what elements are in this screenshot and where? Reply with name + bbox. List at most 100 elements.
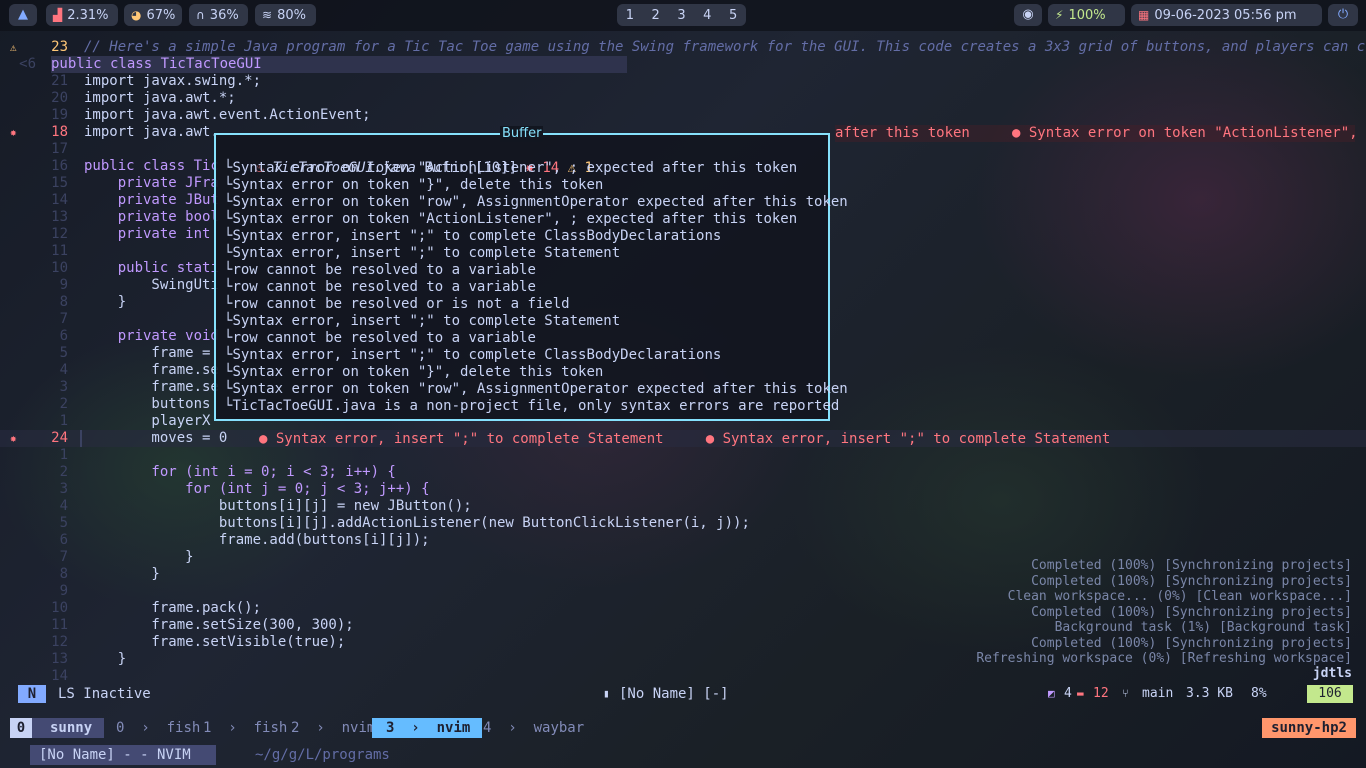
workspace-5[interactable]: 5 — [729, 8, 737, 23]
line-number: 19 — [51, 107, 68, 123]
editor-line[interactable]: 3 for (int j = 0; j < 3; j++) { — [0, 481, 1366, 498]
line-number: 10 — [51, 600, 68, 616]
power-button[interactable]: ⏻ — [1328, 4, 1358, 26]
code-text: public class Tic — [84, 158, 219, 174]
popup-item-text: Syntax error on token "ActionListener", … — [232, 160, 798, 176]
obs-button[interactable]: ◉ — [1014, 4, 1042, 26]
popup-item-text: row cannot be resolved to a variable — [232, 330, 536, 346]
popup-item[interactable]: └TicTacToeGUI.java is a non-project file… — [224, 398, 839, 415]
editor-line[interactable]: <6 public class TicTacToeGUI — [0, 56, 1366, 73]
line-number: 3 — [59, 379, 68, 395]
popup-item[interactable]: └Syntax error on token "row", Assignment… — [224, 381, 848, 398]
cpu-widget[interactable]: ▟ 2.31% — [46, 4, 118, 26]
popup-item[interactable]: └row cannot be resolved to a variable — [224, 330, 536, 347]
code-text: private bool — [84, 209, 219, 225]
popup-item[interactable]: └Syntax error, insert ";" to complete St… — [224, 313, 620, 330]
popup-item[interactable]: └Syntax error, insert ";" to complete Cl… — [224, 228, 721, 245]
line-number: 5 — [59, 345, 68, 361]
editor-line[interactable]: 21 import javax.swing.*; — [0, 73, 1366, 90]
line-number: 21 — [51, 73, 68, 89]
editor-line[interactable]: ⚠ 23// Here's a simple Java program for a… — [0, 39, 1366, 56]
popup-item-text: Syntax error on token "ActionListener", … — [232, 211, 798, 227]
working-directory: ~/g/g/L/programs — [255, 747, 390, 763]
code-text: frame.se — [84, 362, 219, 378]
popup-item[interactable]: └row cannot be resolved or is not a fiel… — [224, 296, 570, 313]
line-number: 1 — [59, 447, 68, 463]
popup-item[interactable]: └Syntax error on token "ActionListener",… — [224, 211, 797, 228]
tmux-window-tab[interactable]: 0 › fish — [116, 718, 200, 738]
popup-item[interactable]: └row cannot be resolved to a variable — [224, 262, 536, 279]
line-number: 7 — [59, 549, 68, 565]
code-text: playerX — [84, 413, 219, 429]
line-number: 15 — [51, 175, 68, 191]
audio-widget[interactable]: ∩ 36% — [189, 4, 248, 26]
calendar-icon: ▦ — [1138, 8, 1150, 22]
popup-item-text: Syntax error on token "row", AssignmentO… — [232, 194, 848, 210]
diagnostics-popup[interactable]: Buffer ♨ TicTacToeGUI.java Bufnr[[10]] ✸… — [214, 126, 848, 421]
separator-chevron-icon: › — [491, 720, 534, 736]
popup-item[interactable]: └Syntax error, insert ";" to complete St… — [224, 245, 620, 262]
folder-icon: ▮ — [603, 687, 610, 700]
workspace-3[interactable]: 3 — [677, 8, 685, 23]
clock-widget[interactable]: ▦ 09-06-2023 05:56 pm — [1131, 4, 1322, 26]
editor-line[interactable]: 20 import java.awt.*; — [0, 90, 1366, 107]
code-text: private JBut — [84, 192, 219, 208]
editor-line[interactable]: 14 — [0, 668, 1366, 685]
line-number: 4 — [59, 498, 68, 514]
git-removed-count: 12 — [1093, 686, 1109, 701]
git-branch: main — [1142, 686, 1174, 701]
tmux-window-tab[interactable]: 1 › fish — [203, 718, 287, 738]
editor-line[interactable]: 19 import java.awt.event.ActionEvent; — [0, 107, 1366, 124]
code-text: frame.setSize(300, 300); — [84, 617, 354, 633]
tmux-window-tab[interactable]: 4 › waybar — [483, 718, 584, 738]
code-text: import java.awt.event.ActionEvent; — [84, 107, 371, 123]
code-text: buttons — [84, 396, 219, 412]
code-text: } — [84, 566, 160, 582]
workspace-switcher: 1 2 3 4 5 — [617, 4, 746, 26]
line-number: 4 — [59, 362, 68, 378]
workspace-2[interactable]: 2 — [652, 8, 660, 23]
separator-chevron-icon: › — [299, 720, 342, 736]
line-number: <6 — [19, 56, 36, 72]
line-number: 10 — [51, 260, 68, 276]
code-text: } — [84, 651, 127, 667]
launcher-button[interactable]: ▲ — [9, 4, 37, 26]
code-text: moves = 0 — [84, 430, 228, 446]
line-number: 16 — [51, 158, 68, 174]
scroll-percent: 8% — [1251, 686, 1267, 701]
host-name: sunny-hp2 — [1262, 718, 1356, 738]
popup-item-text: Syntax error, insert ";" to complete Cla… — [232, 228, 722, 244]
tmux-window-tab[interactable]: 3 › nvim — [372, 718, 483, 738]
popup-item[interactable]: └Syntax error, insert ";" to complete Cl… — [224, 347, 721, 364]
code-text: import java.awt. — [84, 124, 219, 140]
editor-line[interactable]: 2 for (int i = 0; i < 3; i++) { — [0, 464, 1366, 481]
popup-item[interactable]: └Syntax error on token "}", delete this … — [224, 177, 603, 194]
memory-widget[interactable]: ◕ 67% — [124, 4, 182, 26]
editor-line[interactable]: 4 buttons[i][j] = new JButton(); — [0, 498, 1366, 515]
arch-icon: ▲ — [18, 7, 28, 22]
editor-line[interactable]: 1 — [0, 447, 1366, 464]
line-number: 11 — [51, 617, 68, 633]
popup-item[interactable]: └Syntax error on token "ActionListener",… — [224, 160, 797, 177]
tmux-window-tab[interactable]: 2 › nvim — [291, 718, 375, 738]
popup-item-text: row cannot be resolved or is not a field — [232, 296, 570, 312]
code-text: frame.add(buttons[i][j]); — [84, 532, 430, 548]
popup-item[interactable]: └Syntax error on token "}", delete this … — [224, 364, 603, 381]
workspace-4[interactable]: 4 — [703, 8, 711, 23]
popup-item-text: Syntax error, insert ";" to complete Sta… — [232, 313, 621, 329]
editor-line[interactable]: 5 buttons[i][j].addActionListener(new Bu… — [0, 515, 1366, 532]
popup-item-text: Syntax error on token "}", delete this t… — [232, 364, 604, 380]
popup-item[interactable]: └Syntax error on token "row", Assignment… — [224, 194, 848, 211]
code-text: SwingUti — [84, 277, 219, 293]
code-text: frame.pack(); — [84, 600, 262, 616]
popup-item[interactable]: └row cannot be resolved to a variable — [224, 279, 536, 296]
wifi-widget[interactable]: ≋ 80% — [255, 4, 316, 26]
popup-item-text: Syntax error, insert ";" to complete Cla… — [232, 347, 722, 363]
workspace-1[interactable]: 1 — [626, 8, 634, 23]
code-text: private JFra — [84, 175, 219, 191]
editor-line[interactable]: 6 frame.add(buttons[i][j]); — [0, 532, 1366, 549]
battery-widget[interactable]: ⚡ 100% — [1048, 4, 1125, 26]
code-text: public class TicTacToeGUI — [51, 56, 627, 73]
lsp-progress-message: Refreshing workspace (0%) [Refreshing wo… — [976, 651, 1352, 666]
lsp-status: LS Inactive — [58, 686, 151, 702]
